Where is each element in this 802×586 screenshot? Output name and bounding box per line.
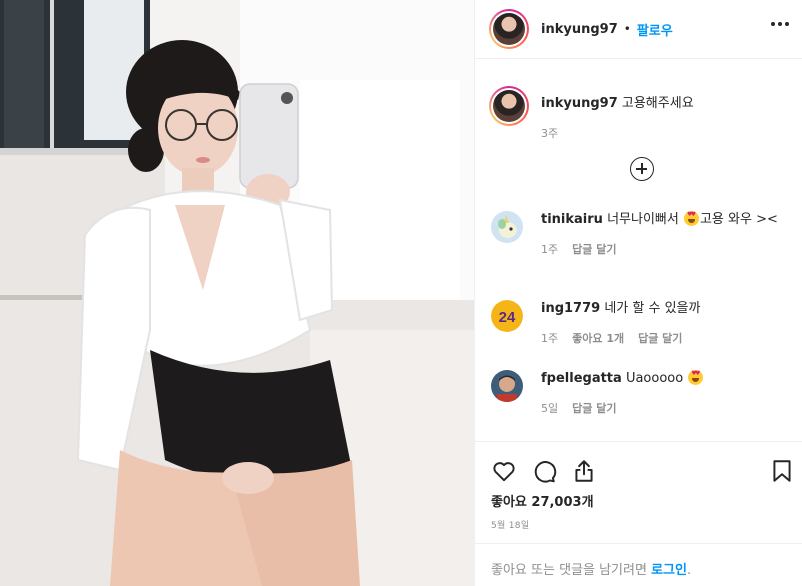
comment-text-continued: 고용 와우 ><: [699, 212, 778, 227]
comment-text: Uaooooo: [625, 371, 684, 386]
post-side-panel: inkyung97 • 팔로우 inkyung97 고용해주세요 3주 tini…: [474, 0, 802, 586]
post-caption: inkyung97 고용해주세요 3주: [489, 86, 791, 141]
comment-username[interactable]: fpellegatta: [541, 371, 622, 386]
bookmark-icon[interactable]: [769, 458, 795, 484]
comment-likes-count[interactable]: 좋아요 1개: [572, 330, 624, 348]
caption-timestamp[interactable]: 3주: [541, 125, 558, 141]
more-options-icon[interactable]: [771, 22, 789, 26]
reply-button[interactable]: 답글 달기: [638, 330, 682, 348]
reply-button[interactable]: 답글 달기: [572, 241, 616, 259]
login-prompt: 좋아요 또는 댓글을 남기려면 로그인.: [475, 543, 802, 586]
comment-timestamp[interactable]: 5일: [541, 400, 558, 418]
person-avatar[interactable]: [491, 370, 523, 402]
load-more-comments-icon[interactable]: [630, 157, 654, 181]
post-date[interactable]: 5월 18일: [491, 518, 529, 531]
number-24-avatar[interactable]: 24: [491, 300, 523, 332]
heart-eyes-emoji-icon: [688, 370, 704, 385]
comment-timestamp[interactable]: 1주: [541, 241, 558, 259]
comment-item: fpellegatta Uaooooo 5일 답글 달기: [491, 370, 791, 418]
caption-author-avatar[interactable]: [489, 86, 529, 126]
caption-username[interactable]: inkyung97: [541, 96, 618, 111]
comment-item: tinikairu 너무나이뻐서 고용 와우 >< 1주 답글 달기: [491, 211, 791, 259]
heart-icon[interactable]: [491, 458, 517, 484]
post-actions: 좋아요 27,003개 5월 18일 좋아요 또는 댓글을 남기려면 로그인.: [475, 441, 802, 586]
svg-text:24: 24: [499, 309, 516, 326]
author-avatar[interactable]: [489, 9, 529, 49]
login-prompt-period: .: [686, 563, 692, 578]
follow-button[interactable]: 팔로우: [637, 20, 673, 39]
login-link[interactable]: 로그인: [651, 563, 687, 578]
heart-eyes-emoji-icon: [683, 211, 699, 226]
post-photo-image: [0, 0, 474, 586]
login-prompt-text: 좋아요 또는 댓글을 남기려면: [491, 563, 647, 578]
post-header: inkyung97 • 팔로우: [475, 0, 802, 59]
comment-text: 너무나이뻐서: [607, 212, 679, 227]
post-photo[interactable]: [0, 0, 474, 586]
likes-count[interactable]: 좋아요 27,003개: [491, 491, 594, 510]
comment-item: 24 ing1779 네가 할 수 있을까 1주 좋아요 1개 답글 달기: [491, 300, 791, 348]
unicorn-avatar[interactable]: [491, 211, 523, 243]
reply-button[interactable]: 답글 달기: [572, 400, 616, 418]
comment-username[interactable]: tinikairu: [541, 212, 603, 227]
comment-timestamp[interactable]: 1주: [541, 330, 558, 348]
comment-username[interactable]: ing1779: [541, 301, 600, 316]
comment-icon[interactable]: [531, 458, 557, 484]
comments-list[interactable]: inkyung97 고용해주세요 3주 tinikairu 너무나이뻐서 고용 …: [475, 60, 802, 440]
author-username[interactable]: inkyung97: [541, 22, 618, 37]
share-icon[interactable]: [571, 458, 597, 484]
separator-dot: •: [623, 22, 631, 36]
caption-text: 고용해주세요: [621, 96, 694, 111]
comment-text: 네가 할 수 있을까: [604, 301, 701, 316]
